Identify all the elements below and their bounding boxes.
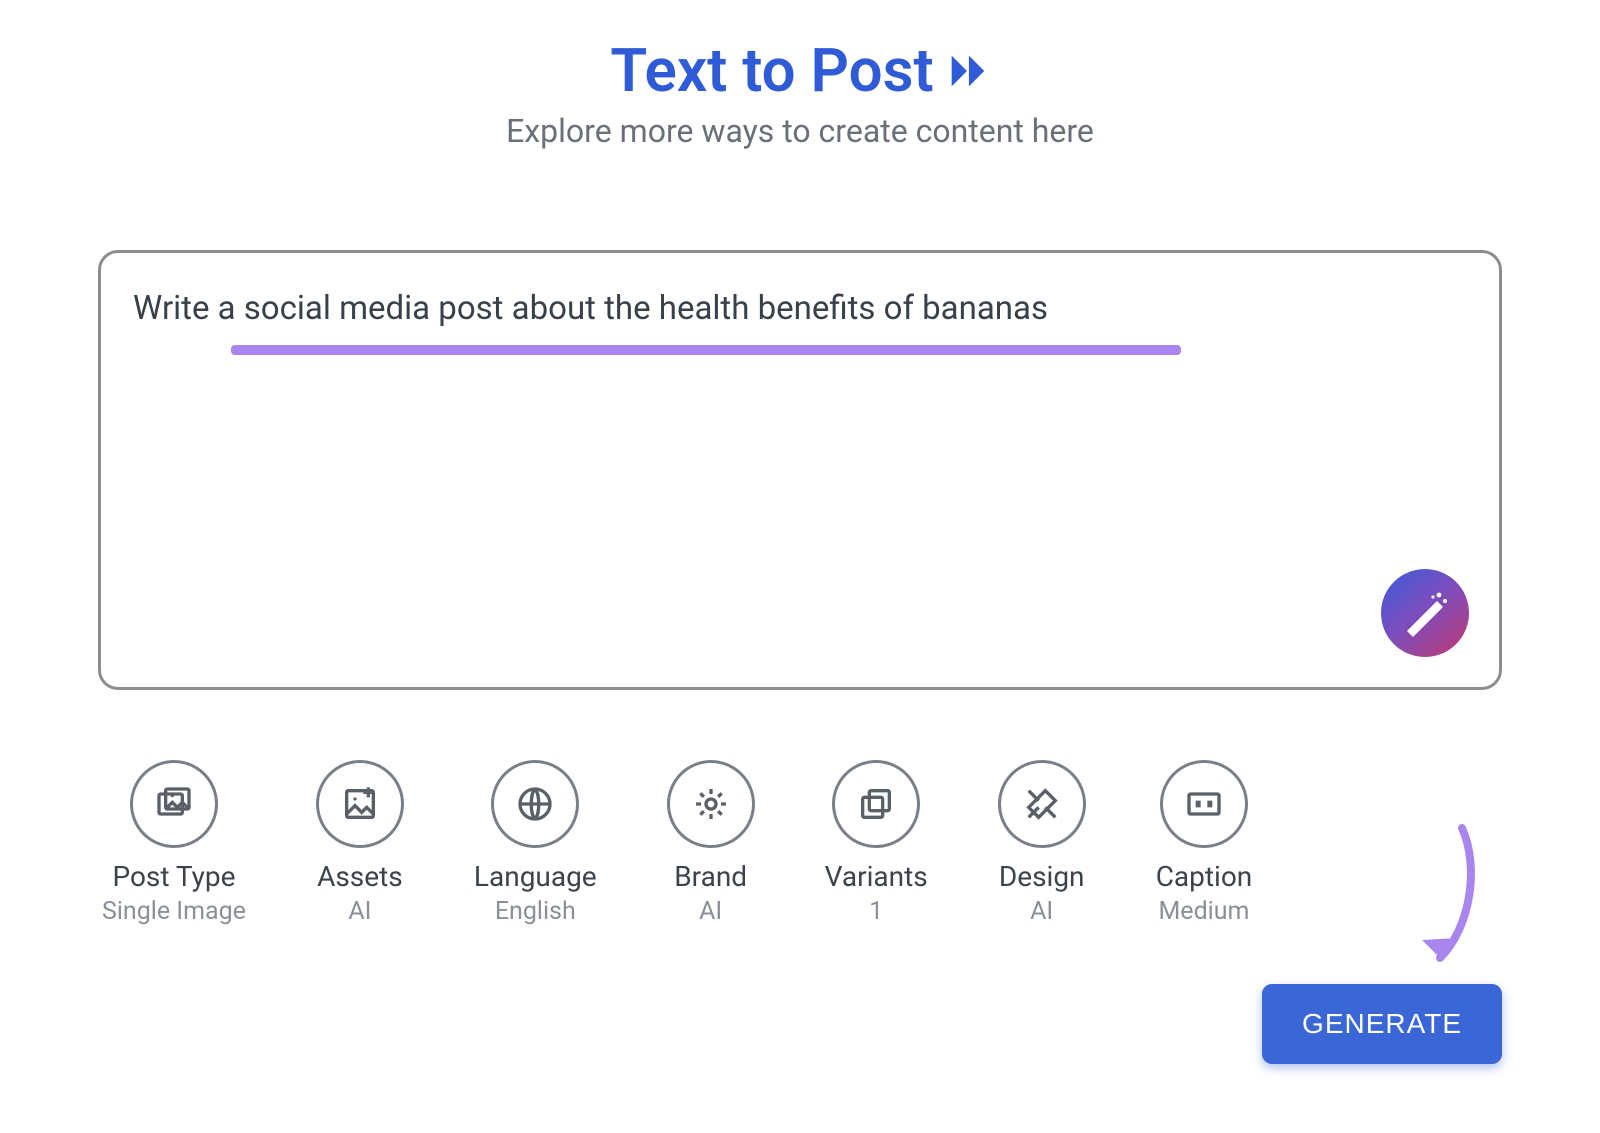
option-value: AI <box>348 897 371 926</box>
language-icon <box>515 784 555 824</box>
option-value: AI <box>699 897 722 926</box>
option-label: Variants <box>825 860 928 893</box>
annotation-arrow <box>1402 818 1482 1002</box>
option-language[interactable]: Language English <box>474 760 597 926</box>
variants-icon <box>856 784 896 824</box>
option-post-type[interactable]: Post Type Single Image <box>102 760 246 926</box>
option-label: Design <box>999 860 1085 893</box>
prompt-input[interactable]: Write a social media post about the heal… <box>98 250 1502 690</box>
option-brand[interactable]: Brand AI <box>667 760 755 926</box>
option-value: Single Image <box>102 897 246 926</box>
page-title-link[interactable]: Text to Post <box>610 35 989 106</box>
caption-icon <box>1184 784 1224 824</box>
option-variants[interactable]: Variants 1 <box>825 760 928 926</box>
option-caption[interactable]: Caption Medium <box>1156 760 1253 926</box>
option-value: AI <box>1030 897 1053 926</box>
post-type-icon <box>154 784 194 824</box>
option-label: Assets <box>317 860 403 893</box>
option-value: 1 <box>869 897 883 926</box>
option-label: Brand <box>674 860 747 893</box>
double-chevron-right-icon <box>944 48 990 94</box>
option-label: Caption <box>1156 860 1253 893</box>
option-label: Language <box>474 860 597 893</box>
brand-icon <box>691 784 731 824</box>
prompt-text: Write a social media post about the heal… <box>133 289 1048 329</box>
option-design[interactable]: Design AI <box>998 760 1086 926</box>
prompt-highlight-underline <box>231 345 1181 355</box>
page-title: Text to Post <box>610 35 933 106</box>
option-value: Medium <box>1158 897 1249 926</box>
design-icon <box>1022 784 1062 824</box>
option-label: Post Type <box>112 860 235 893</box>
assets-icon <box>340 784 380 824</box>
option-value: English <box>495 897 576 926</box>
magic-wand-button[interactable] <box>1381 569 1469 657</box>
page-subtitle: Explore more ways to create content here <box>98 112 1502 150</box>
option-assets[interactable]: Assets AI <box>316 760 404 926</box>
magic-wand-icon <box>1401 589 1449 637</box>
options-row: Post Type Single Image Assets AI Languag… <box>98 760 1502 926</box>
